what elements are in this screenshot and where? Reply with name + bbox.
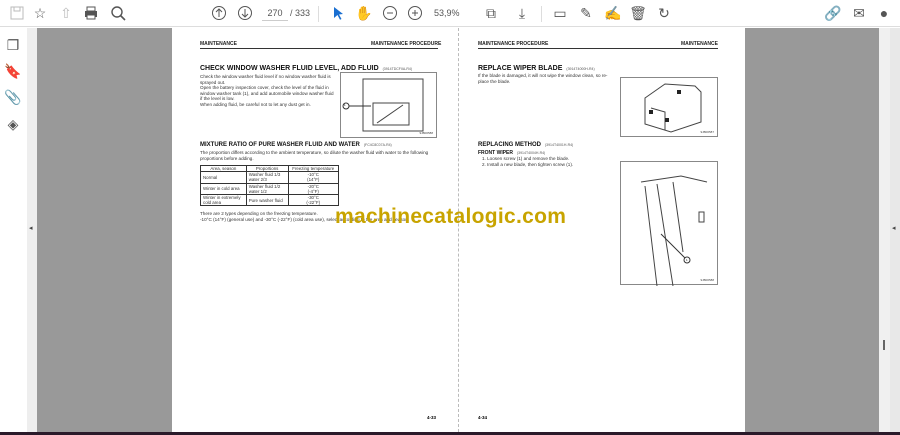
header-left: MAINTENANCE PROCEDURE [478,41,549,47]
header-right: MAINTENANCE [681,41,718,47]
page-up-icon[interactable] [209,4,229,22]
mixture-table: Area, season Proportions Freezing temperat… [200,164,340,207]
header-left: MAINTENANCE [200,41,237,47]
bookmark-icon[interactable]: 🔖 [3,62,23,80]
highlight-icon[interactable]: ✎ [576,4,596,22]
section-text: The proportion differs according to the … [200,150,429,161]
email-icon[interactable]: ✉ [849,4,869,22]
divider [318,6,319,22]
zoom-out-icon[interactable] [380,4,400,22]
attachment-icon[interactable]: 📎 [3,88,23,106]
section-title: REPLACE WIPER BLADE (3914T4000H-R4) [478,65,595,72]
sign-icon[interactable]: ✍ [603,4,623,22]
upload-icon[interactable]: ⇧ [56,4,76,22]
page-number: 4-34 [478,415,488,420]
section-text: Check the window washer fluid level if n… [200,74,334,107]
fit-page-icon[interactable]: ⧉ [481,4,501,22]
scroll-mode-icon[interactable]: ⤓ [512,4,532,22]
find-icon[interactable] [108,4,128,22]
header-rule [200,48,438,49]
section-title: CHECK WINDOW WASHER FLUID LEVEL, ADD FLU… [200,65,412,72]
cab-figure: 9JB00587 [620,77,718,137]
layers-icon[interactable]: ◈ [3,115,23,133]
scrollbar-thumb[interactable] [883,340,885,350]
header-right: MAINTENANCE PROCEDURE [371,41,442,47]
collapse-left-icon[interactable]: ◂ [29,224,33,232]
page-divider [458,28,459,432]
toolbar: ☆ ⇧ / 333 ✋ 53,9% ⧉ ⤓ ▭ ✎ ✍ 🗑 ↻ 🔗 ✉ ● [0,0,900,27]
steps-list: 1. Loosen screw (1) and remove the blade… [482,156,574,167]
section-text: If the blade is damaged, it will not wip… [478,73,608,84]
page-number-input[interactable] [262,6,288,21]
front-wiper-figure: 1 9JB00588 [620,161,718,287]
right-panel-toggle[interactable]: ◂ [890,28,900,432]
washer-tank-figure: 1 9JB00588 [340,72,437,138]
select-cursor-icon[interactable] [328,4,348,22]
front-wiper-illustration [640,175,708,287]
zoom-in-icon[interactable] [405,4,425,22]
share-link-icon[interactable]: 🔗 [823,4,843,22]
section-title: REPLACING METHOD (3914T4001H-R4) [478,142,574,148]
page-down-icon[interactable] [235,4,255,22]
hand-icon[interactable]: ✋ [354,4,374,22]
sidebar-collapse-strip[interactable]: ◂ [27,28,37,432]
page-number: 4-33 [427,415,437,420]
zoom-level-select[interactable]: 53,9% [434,8,460,18]
left-sidebar: ❐ 🔖 📎 ◈ [0,28,27,432]
document-canvas: MAINTENANCE MAINTENANCE PROCEDURE CHECK … [37,28,879,432]
divider [541,6,542,22]
print-icon[interactable] [81,4,101,22]
cab-illustration [644,83,702,133]
page-total: / 333 [290,8,311,18]
account-icon[interactable]: ● [874,4,894,22]
pages-icon[interactable]: ❐ [3,36,23,54]
document-spread: MAINTENANCE MAINTENANCE PROCEDURE CHECK … [172,28,745,432]
rotate-icon[interactable]: ↻ [654,4,674,22]
washer-tank-illustration [342,78,424,132]
vertical-scrollbar[interactable] [879,28,890,432]
comment-icon[interactable]: ▭ [550,4,570,22]
star-icon[interactable]: ☆ [30,4,50,22]
section-title: MIXTURE RATIO OF PURE WASHER FLUID AND W… [200,142,392,148]
save-icon[interactable] [7,4,27,22]
header-rule [478,48,718,49]
delete-icon[interactable]: 🗑 [628,4,648,22]
expand-right-icon[interactable]: ◂ [892,224,896,232]
watermark: machinecatalogic.com [335,205,567,228]
